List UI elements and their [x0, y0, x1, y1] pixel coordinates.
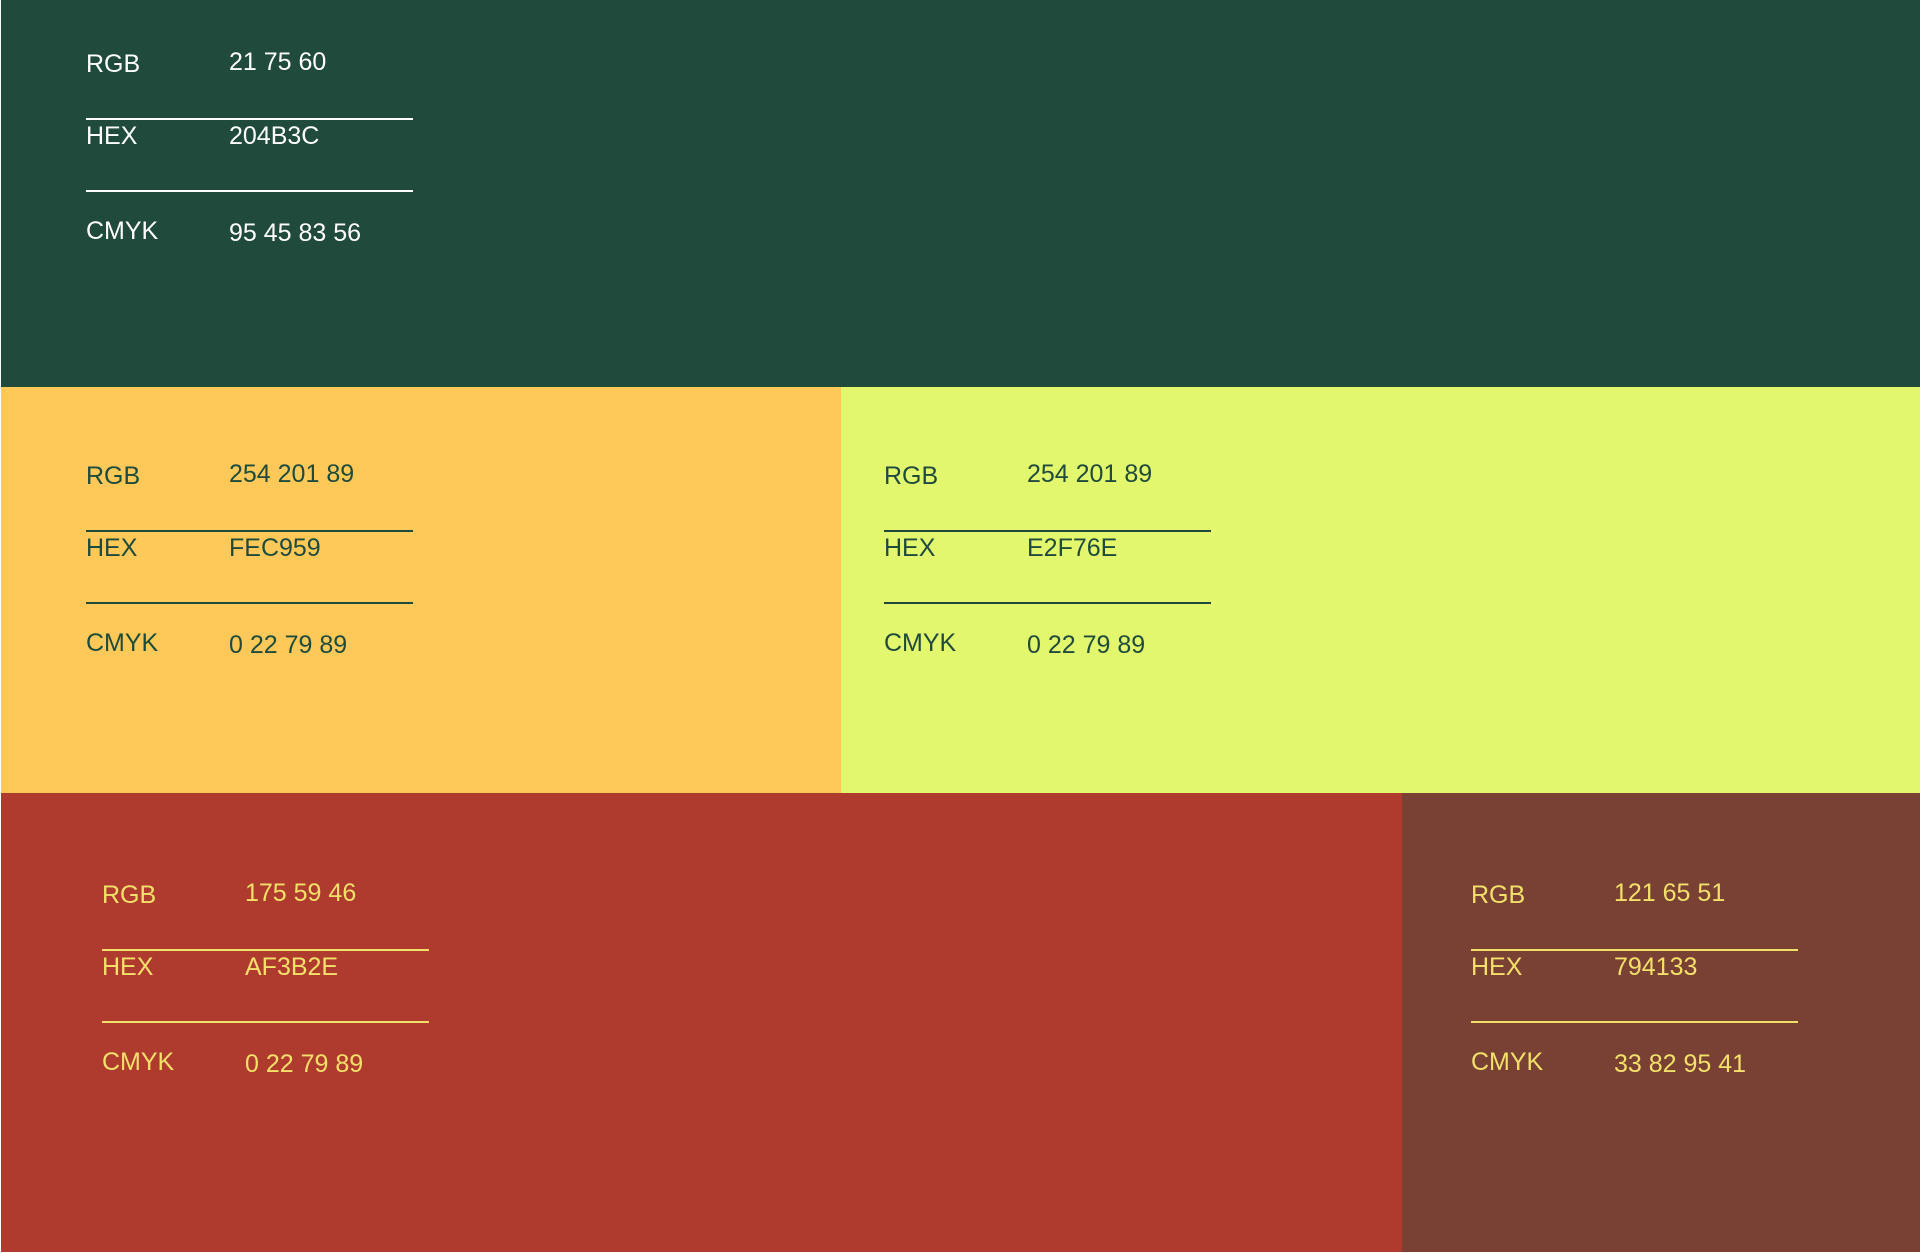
hex-row: HEX FEC959 — [86, 532, 413, 604]
cmyk-label: CMYK — [86, 629, 159, 657]
cmyk-value: 33 82 95 41 — [1614, 1050, 1747, 1078]
rgb-label: RGB — [86, 462, 141, 490]
cmyk-value: 0 22 79 89 — [229, 631, 348, 659]
cmyk-row: CMYK 33 82 95 41 — [1471, 1023, 1798, 1093]
hex-row: HEX E2F76E — [884, 532, 1211, 604]
color-spec: RGB 254 201 89 HEX FEC959 CMYK 0 22 79 8… — [86, 460, 413, 674]
color-spec: RGB 254 201 89 HEX E2F76E CMYK 0 22 79 8… — [884, 460, 1211, 674]
hex-label: HEX — [86, 534, 138, 562]
rgb-row: RGB 254 201 89 — [86, 460, 413, 532]
hex-label: HEX — [86, 122, 138, 150]
rgb-value: 175 59 46 — [245, 879, 357, 907]
rgb-value: 21 75 60 — [229, 48, 327, 76]
cmyk-value: 0 22 79 89 — [245, 1050, 364, 1078]
hex-value: AF3B2E — [245, 953, 339, 981]
swatch-lime: RGB 254 201 89 HEX E2F76E CMYK 0 22 79 8… — [841, 387, 1920, 793]
rgb-row: RGB 121 65 51 — [1471, 879, 1798, 951]
swatch-orange: RGB 254 201 89 HEX FEC959 CMYK 0 22 79 8… — [1, 387, 841, 793]
color-spec: RGB 21 75 60 HEX 204B3C CMYK 95 45 83 56 — [86, 48, 413, 262]
hex-label: HEX — [102, 953, 154, 981]
swatch-dark-green: RGB 21 75 60 HEX 204B3C CMYK 95 45 83 56 — [1, 0, 1920, 387]
cmyk-label: CMYK — [102, 1048, 175, 1076]
rgb-row: RGB 21 75 60 — [86, 48, 413, 120]
cmyk-row: CMYK 0 22 79 89 — [884, 604, 1211, 674]
cmyk-row: CMYK 95 45 83 56 — [86, 192, 413, 262]
rgb-value: 121 65 51 — [1614, 879, 1726, 907]
hex-value: 204B3C — [229, 122, 320, 150]
cmyk-value: 95 45 83 56 — [229, 219, 362, 247]
cmyk-row: CMYK 0 22 79 89 — [102, 1023, 429, 1093]
color-spec: RGB 175 59 46 HEX AF3B2E CMYK 0 22 79 89 — [102, 879, 429, 1093]
rgb-value: 254 201 89 — [229, 460, 355, 488]
rgb-row: RGB 175 59 46 — [102, 879, 429, 951]
hex-value: 794133 — [1614, 953, 1698, 981]
hex-value: FEC959 — [229, 534, 321, 562]
hex-label: HEX — [884, 534, 936, 562]
rgb-label: RGB — [1471, 881, 1526, 909]
hex-row: HEX AF3B2E — [102, 951, 429, 1023]
rgb-row: RGB 254 201 89 — [884, 460, 1211, 532]
swatch-red: RGB 175 59 46 HEX AF3B2E CMYK 0 22 79 89 — [1, 793, 1402, 1252]
rgb-label: RGB — [86, 50, 141, 78]
rgb-value: 254 201 89 — [1027, 460, 1153, 488]
hex-value: E2F76E — [1027, 534, 1118, 562]
rgb-label: RGB — [102, 881, 157, 909]
cmyk-label: CMYK — [1471, 1048, 1544, 1076]
cmyk-label: CMYK — [86, 217, 159, 245]
cmyk-row: CMYK 0 22 79 89 — [86, 604, 413, 674]
color-spec: RGB 121 65 51 HEX 794133 CMYK 33 82 95 4… — [1471, 879, 1798, 1093]
swatch-brown: RGB 121 65 51 HEX 794133 CMYK 33 82 95 4… — [1402, 793, 1920, 1252]
hex-row: HEX 794133 — [1471, 951, 1798, 1023]
cmyk-label: CMYK — [884, 629, 957, 657]
cmyk-value: 0 22 79 89 — [1027, 631, 1146, 659]
hex-row: HEX 204B3C — [86, 120, 413, 192]
rgb-label: RGB — [884, 462, 939, 490]
hex-label: HEX — [1471, 953, 1523, 981]
